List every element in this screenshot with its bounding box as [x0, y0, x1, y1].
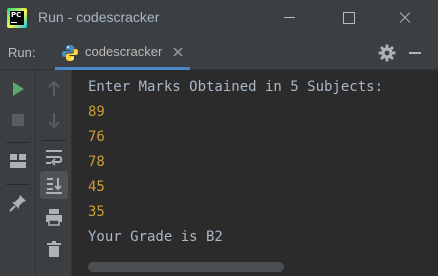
run-tab-label: codescracker — [85, 44, 163, 59]
close-tab-icon[interactable] — [172, 46, 184, 58]
console-output[interactable]: Enter Marks Obtained in 5 Subjects: 89 7… — [72, 70, 438, 276]
horizontal-scrollbar[interactable] — [88, 262, 284, 272]
console-input-line: 76 — [88, 129, 105, 145]
run-tab-codescracker[interactable]: codescracker — [55, 36, 190, 70]
soft-wrap-icon[interactable] — [43, 146, 65, 168]
close-window-button[interactable] — [381, 0, 427, 36]
stop-icon[interactable] — [7, 109, 29, 131]
toolbar-separator — [6, 184, 30, 185]
title-bar: PC Run - codescracker — [0, 0, 438, 36]
maximize-button[interactable] — [325, 0, 371, 36]
window-title: Run - codescracker — [38, 9, 160, 25]
pin-icon[interactable] — [7, 192, 29, 214]
console-actions-toolbar — [36, 70, 72, 276]
run-label: Run: — [8, 45, 36, 60]
layout-icon[interactable] — [7, 150, 29, 172]
pycharm-logo-icon: PC — [7, 8, 27, 28]
minimize-button[interactable] — [266, 0, 312, 36]
console-prompt-line: Enter Marks Obtained in 5 Subjects: — [88, 79, 384, 95]
console-input-line: 89 — [88, 104, 105, 120]
toolbar-separator — [6, 142, 30, 143]
hide-panel-icon[interactable] — [408, 46, 422, 60]
console-result-line: Your Grade is B2 — [88, 229, 223, 245]
run-toolbar: Run: codescracker — [0, 36, 438, 70]
gear-icon[interactable] — [378, 44, 396, 62]
scroll-down-icon[interactable] — [43, 109, 65, 131]
run-actions-toolbar — [0, 70, 36, 276]
toolbar-separator — [42, 140, 66, 141]
trash-icon[interactable] — [43, 238, 65, 260]
console-input-line: 35 — [88, 204, 105, 220]
scroll-up-icon[interactable] — [43, 78, 65, 100]
console-input-line: 45 — [88, 179, 105, 195]
console-input-line: 78 — [88, 154, 105, 170]
python-icon — [62, 45, 78, 61]
rerun-icon[interactable] — [7, 78, 29, 100]
print-icon[interactable] — [43, 206, 65, 228]
scroll-to-end-icon[interactable] — [43, 174, 65, 196]
